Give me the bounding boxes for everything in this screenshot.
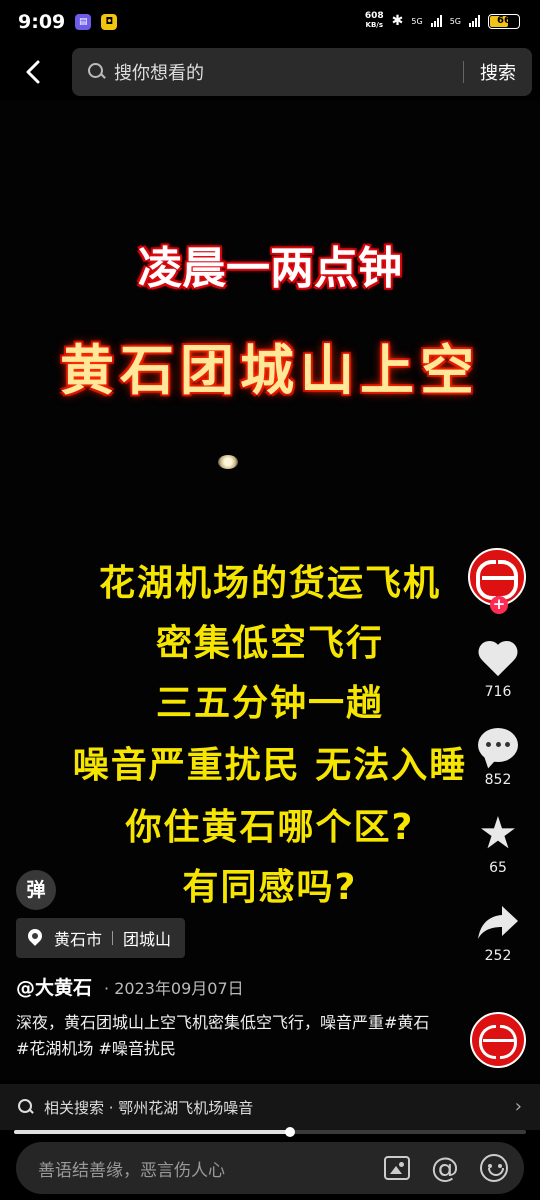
status-indicators: 608 KB/s ✱ 5G 5G 66 (365, 12, 520, 30)
search-icon (18, 1099, 34, 1115)
location-city: 黄石市 (54, 930, 103, 949)
signal-label: 5G (411, 16, 423, 26)
bluetooth-icon: ✱ (391, 13, 404, 29)
like-count: 716 (484, 684, 512, 700)
post-date: · 2023年09月07日 (104, 979, 244, 998)
post-description[interactable]: 深夜，黄石团城山上空飞机密集低空飞行，噪音严重#黄石 #花湖机场 #噪音扰民 (16, 1010, 436, 1062)
chevron-right-icon: › (514, 1096, 522, 1117)
back-button[interactable] (18, 56, 50, 88)
divider (112, 931, 114, 945)
video-headline-main: 黄石团城山上空 (60, 339, 480, 402)
top-bar: 搜你想看的 搜索 (0, 46, 540, 98)
back-arrow-icon (26, 60, 40, 84)
share-count: 252 (484, 948, 512, 964)
video-caption-line: 三五分钟一趟 (155, 683, 384, 724)
moon-light (218, 455, 238, 469)
status-bar: 9:09 ▤ ◘ 608 KB/s ✱ 5G 5G 66 (0, 0, 540, 44)
app-notification-icon: ▤ (75, 14, 92, 30)
video-caption-line: 噪音严重扰民 无法入睡 (72, 745, 468, 786)
author-name[interactable]: @大黄石 (16, 973, 92, 1000)
follow-button[interactable]: + (490, 596, 508, 614)
progress-fill (14, 1130, 291, 1134)
image-icon[interactable] (384, 1156, 410, 1180)
video-caption-line: 花湖机场的货运飞机 (98, 563, 441, 604)
comment-count: 852 (484, 772, 512, 788)
video-progress-bar[interactable] (14, 1127, 526, 1137)
network-speed: 608 KB/s (364, 11, 384, 30)
progress-handle[interactable] (285, 1127, 296, 1137)
favorite-count: 65 (489, 860, 507, 876)
status-time: 9:09 (18, 11, 66, 33)
comment-button[interactable]: 852 (468, 726, 528, 788)
location-place: 团城山 (123, 930, 172, 949)
search-input[interactable]: 搜你想看的 搜索 (72, 48, 532, 96)
search-placeholder: 搜你想看的 (114, 63, 204, 84)
video-caption-line: 密集低空飞行 (155, 623, 384, 664)
related-search-label: 相关搜索 · 鄂州花湖飞机场噪音 (44, 1098, 254, 1117)
creator-avatar[interactable]: + (468, 548, 526, 614)
search-icon (88, 63, 106, 81)
share-button[interactable]: 252 (468, 902, 528, 964)
location-tag[interactable]: 黄石市 团城山 (16, 918, 186, 958)
divider (463, 61, 464, 83)
favorite-button[interactable]: ★ 65 (468, 808, 528, 877)
related-search-bar[interactable]: 相关搜索 · 鄂州花湖飞机场噪音 › (0, 1084, 540, 1130)
video-headline-top: 凌晨一两点钟 (138, 243, 402, 294)
comment-icon (476, 726, 520, 766)
star-icon: ★ (478, 808, 518, 859)
share-icon (476, 902, 520, 942)
at-mention-icon[interactable]: @ (430, 1153, 460, 1183)
video-caption-line: 你住黄石哪个区? (125, 807, 415, 848)
heart-icon (476, 638, 520, 678)
action-rail: + 716 852 ★ 65 252 (468, 548, 528, 964)
signal-label: 5G (449, 16, 461, 26)
comment-placeholder: 善语结善缘，恶言伤人心 (38, 1160, 225, 1181)
battery-icon: 66 (488, 13, 520, 29)
like-button[interactable]: 716 (468, 638, 528, 700)
danmu-toggle-button[interactable]: 弹 (16, 870, 56, 910)
location-pin-icon (28, 929, 42, 947)
music-disc-avatar[interactable] (470, 1012, 526, 1068)
app-notification-icon: ◘ (101, 14, 118, 30)
signal-icon (469, 15, 480, 27)
comment-input[interactable]: 善语结善缘，恶言伤人心 @ (16, 1142, 524, 1194)
video-caption-line: 有同感吗? (182, 867, 358, 908)
search-button[interactable]: 搜索 (480, 59, 516, 85)
emoji-icon[interactable] (480, 1154, 508, 1182)
author-line: @大黄石 · 2023年09月07日 (16, 973, 244, 1000)
signal-icon (430, 15, 442, 27)
